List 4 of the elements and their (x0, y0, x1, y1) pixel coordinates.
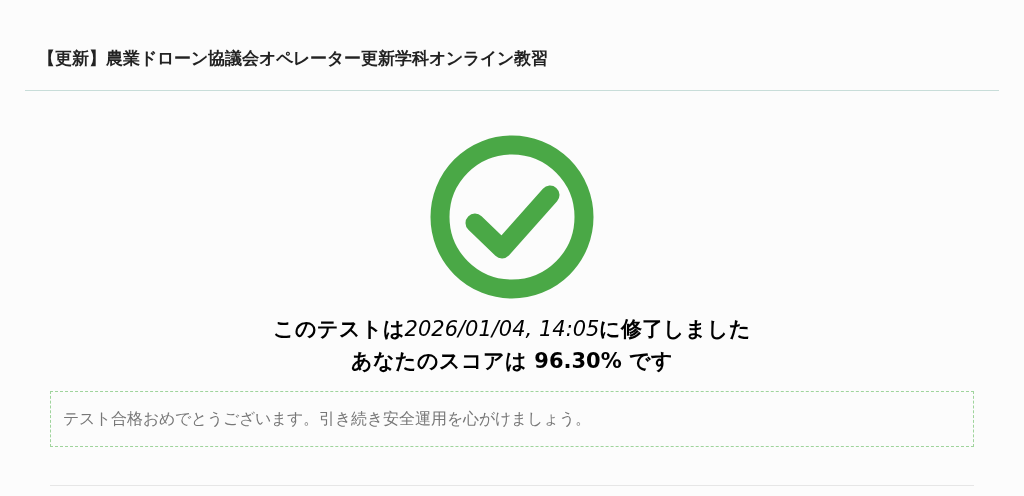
page-title: 【更新】農業ドローン協議会オペレーター更新学科オンライン教習 (38, 47, 549, 70)
score-text: あなたのスコアは 96.30% です (350, 347, 674, 375)
completion-text: このテストは2026/01/04, 14:05に修了しました (272, 315, 752, 343)
message-text: テスト合格おめでとうございます。引き続き安全運用を心がけましょう。 (63, 407, 591, 430)
